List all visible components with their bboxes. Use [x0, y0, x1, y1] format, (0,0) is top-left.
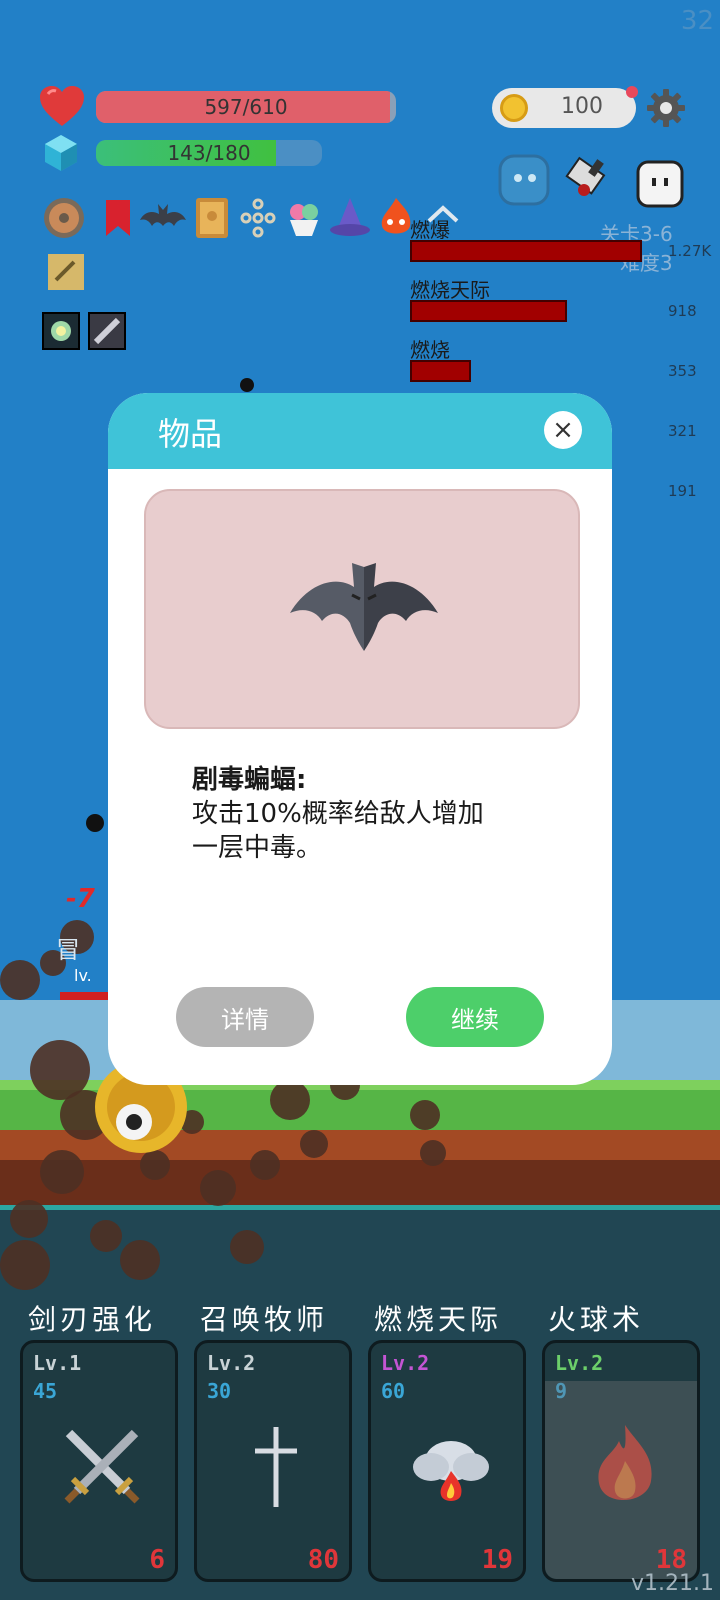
skill-name: 剑刃强化	[28, 1303, 157, 1336]
bookmark-icon[interactable]	[96, 196, 140, 240]
smoke-puff	[40, 1150, 84, 1194]
coin-counter[interactable]: 100	[492, 88, 636, 128]
smoke-puff	[270, 1080, 310, 1120]
skill-level: Lv.2	[555, 1351, 604, 1375]
crossed-swords-icon	[64, 1429, 140, 1504]
mp-bar: 143/180	[96, 140, 322, 166]
modal-title: 物品	[158, 415, 223, 453]
continue-button[interactable]: 继续	[406, 987, 544, 1047]
damage-meter-label: 燃爆	[410, 218, 450, 242]
smoke-puff	[250, 1150, 280, 1180]
hero-name: 冒	[56, 936, 80, 964]
blade-card-icon[interactable]	[88, 312, 126, 350]
spellbook-icon[interactable]	[190, 196, 234, 240]
hp-bar: 597/610	[96, 91, 396, 123]
skill-card[interactable]: Lv.2 9 18	[542, 1340, 700, 1582]
damage-meter-value: 321	[668, 422, 697, 440]
damage-meter-label: 燃烧	[410, 338, 450, 362]
bat-icon[interactable]	[138, 196, 188, 240]
modal-header: 物品 ×	[108, 393, 612, 469]
hp-text: 597/610	[204, 95, 288, 119]
damage-meter-value: 191	[668, 482, 697, 500]
damage-meter-bar	[410, 300, 567, 322]
damage-popup: -7	[66, 884, 95, 914]
hero-hp-bar	[60, 992, 110, 1000]
heart-icon	[40, 86, 84, 126]
crystal-card-icon[interactable]	[42, 312, 80, 350]
skill-cost: 60	[381, 1379, 406, 1403]
chain-icon[interactable]	[236, 196, 280, 240]
skill-level: Lv.2	[207, 1351, 256, 1375]
projectile-dot	[240, 378, 254, 392]
skill-card[interactable]: Lv.2 60 19	[368, 1340, 526, 1582]
coin-icon	[500, 94, 528, 122]
damage-meter-bar	[410, 240, 642, 262]
cross-icon	[255, 1427, 297, 1507]
close-icon: ×	[552, 415, 574, 445]
skill-count: 80	[307, 1545, 339, 1575]
mp-text: 143/180	[167, 141, 251, 165]
damage-meter-value: 918	[668, 302, 697, 320]
smoke-puff	[420, 1140, 446, 1166]
item-preview	[144, 489, 580, 729]
item-effect-line2: 一层中毒。	[192, 833, 323, 863]
damage-meter-bar	[410, 360, 471, 382]
smoke-puff	[90, 1220, 122, 1252]
bat-icon	[290, 563, 438, 651]
smoke-puff	[200, 1170, 236, 1206]
close-button[interactable]: ×	[544, 411, 582, 449]
skill-level: Lv.2	[381, 1351, 430, 1375]
coin-value: 100	[561, 94, 603, 119]
skill-card[interactable]: Lv.1 45 6	[20, 1340, 178, 1582]
hero-level: lv.	[74, 966, 92, 985]
skill-cost: 45	[33, 1379, 58, 1403]
butcher-knife-enemy-icon	[565, 156, 606, 196]
skill-count: 19	[481, 1545, 513, 1575]
smoke-puff	[230, 1230, 264, 1264]
gear-icon[interactable]	[646, 88, 686, 128]
damage-meter-label: 燃烧天际	[410, 278, 490, 302]
smoke-puff	[120, 1240, 160, 1280]
smoke-puff	[0, 1240, 50, 1290]
notification-dot	[626, 86, 638, 98]
fps-counter: 32	[680, 6, 714, 36]
damage-meter-value: 1.27K	[668, 242, 712, 260]
skill-name: 召唤牧师	[200, 1303, 329, 1336]
wizard-hat-icon[interactable]	[328, 196, 372, 240]
detail-button[interactable]: 详情	[176, 987, 314, 1047]
skill-cost: 30	[207, 1379, 232, 1403]
version-label: v1.21.1	[631, 1571, 714, 1596]
skill-name: 火球术	[548, 1303, 645, 1336]
dirt-deep-layer	[0, 1160, 720, 1210]
map-icon[interactable]	[44, 250, 88, 294]
smoke-puff	[10, 1200, 48, 1238]
smoke-puff	[300, 1130, 328, 1158]
item-description: 剧毒蝙蝠: 攻击10%概率给敌人增加 一层中毒。	[192, 763, 552, 865]
item-modal: 物品 × 剧毒蝙蝠: 攻击10%概率给敌人增加 一层中毒。 详情 继续	[108, 393, 612, 1085]
smoke-puff	[0, 960, 40, 1000]
skill-count: 6	[149, 1545, 165, 1575]
mana-crystal-icon	[45, 135, 77, 171]
skill-card[interactable]: Lv.2 30 80	[194, 1340, 352, 1582]
fire-cloud-icon	[413, 1441, 489, 1501]
skill-name: 燃烧天际	[374, 1303, 503, 1336]
ghost-enemy-icon	[498, 154, 550, 206]
smoke-puff	[410, 1100, 440, 1130]
skill-level: Lv.1	[33, 1351, 82, 1375]
ice-cream-icon[interactable]	[282, 196, 326, 240]
item-effect-line1: 攻击10%概率给敌人增加	[192, 799, 484, 829]
white-blob-enemy-icon	[636, 160, 684, 208]
damage-meter-value: 353	[668, 362, 697, 380]
shield-icon[interactable]	[42, 196, 86, 240]
projectile-dot	[86, 814, 104, 832]
item-name: 剧毒蝙蝠:	[192, 765, 307, 795]
